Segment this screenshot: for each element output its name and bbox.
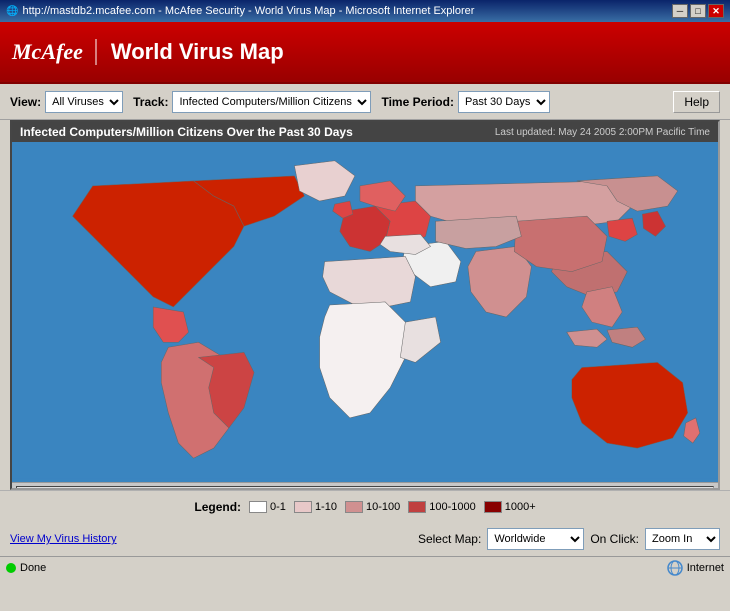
minimize-button[interactable]: ─	[672, 4, 688, 18]
legend-text-2: 10-100	[366, 501, 400, 513]
on-click-select[interactable]: Zoom In Zoom Out Details	[645, 528, 720, 550]
legend-bar: Legend: 0-1 1-10 10-100 100-1000 1000+	[0, 490, 730, 522]
virus-history-link[interactable]: View My Virus History	[10, 533, 117, 545]
title-bar-text: http://mastdb2.mcafee.com - McAfee Secur…	[22, 5, 474, 17]
app-header: McAfee World Virus Map	[0, 22, 730, 84]
status-indicator	[6, 563, 16, 573]
legend-color-2	[345, 501, 363, 513]
world-map-svg	[12, 142, 718, 482]
map-last-updated: Last updated: May 24 2005 2:00PM Pacific…	[495, 127, 710, 138]
legend-color-0	[249, 501, 267, 513]
map-title: Infected Computers/Million Citizens Over…	[20, 125, 353, 139]
page-title: World Virus Map	[111, 39, 284, 65]
legend-item-3: 100-1000	[408, 501, 476, 513]
legend-color-3	[408, 501, 426, 513]
map-area[interactable]	[12, 142, 718, 482]
legend-text-0: 0-1	[270, 501, 286, 513]
map-scrollbar-track[interactable]	[16, 486, 714, 491]
legend-color-4	[484, 501, 502, 513]
status-zone-text: Internet	[687, 562, 724, 574]
select-map-select[interactable]: Worldwide North America Europe Asia	[487, 528, 584, 550]
time-period-control: Time Period: Past 30 Days	[381, 91, 549, 113]
legend-item-1: 1-10	[294, 501, 337, 513]
legend-color-1	[294, 501, 312, 513]
on-click-label: On Click:	[590, 532, 639, 546]
view-select[interactable]: All Viruses	[45, 91, 123, 113]
legend-item-2: 10-100	[345, 501, 400, 513]
map-container: Infected Computers/Million Citizens Over…	[10, 120, 720, 490]
legend-text-4: 1000+	[505, 501, 536, 513]
time-period-select[interactable]: Past 30 Days	[458, 91, 550, 113]
legend-label: Legend:	[194, 500, 241, 514]
select-map-label: Select Map:	[418, 532, 481, 546]
maximize-button[interactable]: □	[690, 4, 706, 18]
legend-text-3: 100-1000	[429, 501, 476, 513]
title-bar-left: 🌐 http://mastdb2.mcafee.com - McAfee Sec…	[6, 5, 474, 17]
status-right: Internet	[667, 560, 724, 576]
track-control: Track: Infected Computers/Million Citize…	[133, 91, 371, 113]
legend-item-4: 1000+	[484, 501, 536, 513]
select-map-group: Select Map: Worldwide North America Euro…	[418, 528, 720, 550]
status-bar: Done Internet	[0, 556, 730, 578]
view-control: View: All Viruses	[10, 91, 123, 113]
time-period-label: Time Period:	[381, 95, 453, 109]
view-label: View:	[10, 95, 41, 109]
status-left: Done	[6, 562, 46, 574]
track-label: Track:	[133, 95, 168, 109]
title-bar-buttons[interactable]: ─ □ ✕	[672, 4, 724, 18]
map-header: Infected Computers/Million Citizens Over…	[12, 122, 718, 142]
controls-bar: View: All Viruses Track: Infected Comput…	[0, 84, 730, 120]
status-done-text: Done	[20, 562, 46, 574]
bottom-bar: View My Virus History Select Map: Worldw…	[0, 522, 730, 556]
internet-icon	[667, 560, 683, 576]
mcafee-logo: McAfee	[12, 39, 97, 65]
help-button[interactable]: Help	[673, 91, 720, 113]
close-button[interactable]: ✕	[708, 4, 724, 18]
legend-item-0: 0-1	[249, 501, 286, 513]
title-bar-icon: 🌐	[6, 6, 18, 17]
map-scrollbar[interactable]	[12, 482, 718, 490]
track-select[interactable]: Infected Computers/Million Citizens	[172, 91, 371, 113]
title-bar: 🌐 http://mastdb2.mcafee.com - McAfee Sec…	[0, 0, 730, 22]
legend-text-1: 1-10	[315, 501, 337, 513]
